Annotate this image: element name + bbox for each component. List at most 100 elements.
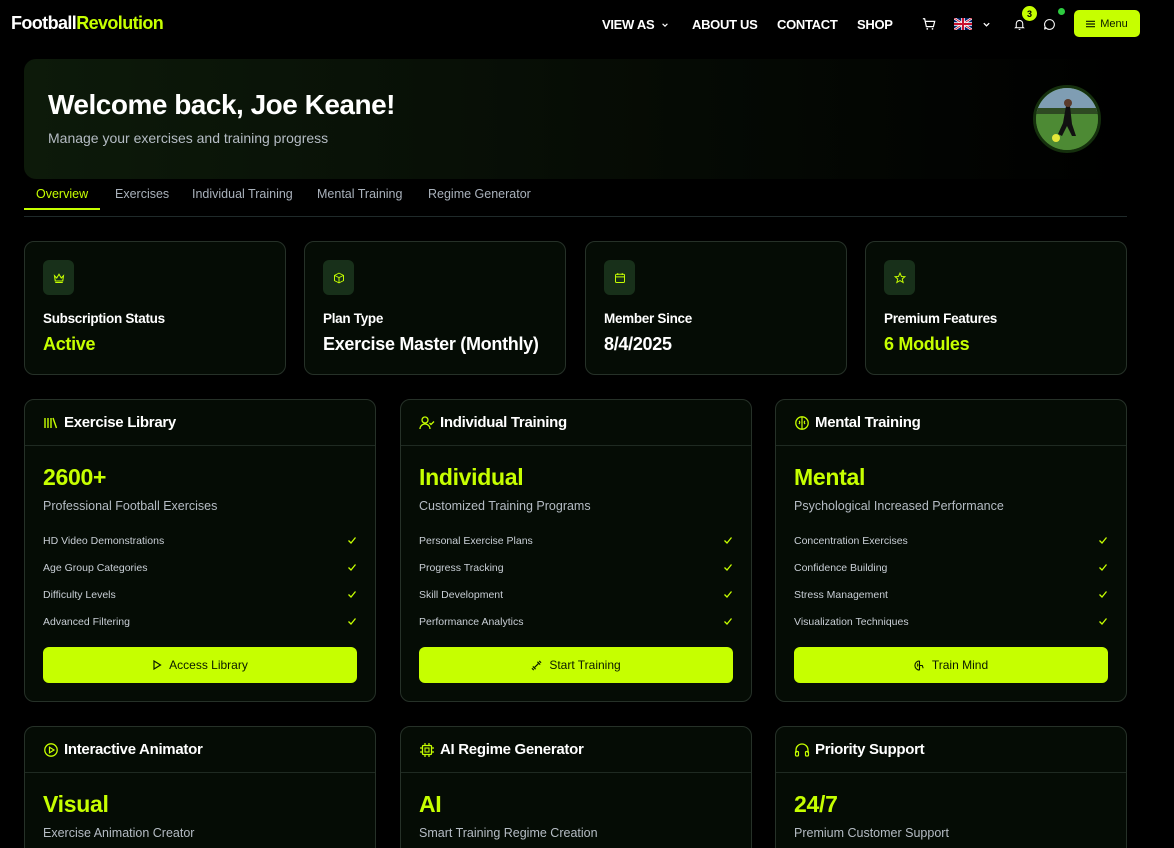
card-ai-regime-generator: AI Regime Generator AI Smart Training Re…	[400, 726, 752, 848]
brain-icon	[795, 416, 809, 430]
check-icon	[348, 537, 357, 544]
stat-label: Subscription Status	[43, 311, 165, 326]
online-status-dot	[1058, 8, 1065, 15]
nav-about[interactable]: ABOUT US	[692, 17, 758, 32]
headphones-icon	[794, 743, 810, 757]
card-highlight: AI	[419, 791, 442, 817]
stat-card-premium-features: Premium Features 6 Modules	[865, 241, 1127, 375]
check-icon	[348, 564, 357, 571]
menu-label: Menu	[1100, 17, 1128, 30]
card-highlight: Individual	[419, 464, 524, 490]
card-header: Individual Training	[401, 400, 751, 446]
card-highlight: 2600+	[43, 464, 107, 490]
card-header: Priority Support	[776, 727, 1126, 773]
top-nav: FootballRevolution VIEW AS ABOUT US CONT…	[0, 0, 1174, 48]
active-tab-indicator	[24, 208, 100, 210]
access-library-button[interactable]: Access Library	[43, 647, 357, 683]
brain-icon	[914, 659, 924, 671]
card-highlight: Mental	[794, 464, 866, 490]
hamburger-icon	[1086, 20, 1096, 27]
card-title: Individual Training	[440, 414, 567, 431]
check-icon	[1099, 591, 1108, 598]
language-chevron-icon[interactable]	[982, 20, 991, 29]
card-subtitle: Premium Customer Support	[794, 826, 949, 840]
check-icon	[724, 591, 733, 598]
list-item-label: Progress Tracking	[419, 562, 504, 574]
card-mental-training: Mental Training Mental Psychological Inc…	[775, 399, 1127, 702]
list-item: Difficulty Levels	[43, 589, 357, 603]
list-item: Advanced Filtering	[43, 616, 357, 630]
crown-icon	[43, 260, 74, 295]
list-item-label: HD Video Demonstrations	[43, 535, 165, 547]
list-item: Age Group Categories	[43, 562, 357, 576]
tab-mental-training[interactable]: Mental Training	[317, 187, 402, 201]
list-item: Progress Tracking	[419, 562, 733, 576]
list-item-label: Advanced Filtering	[43, 616, 130, 628]
nav-shop[interactable]: SHOP	[857, 17, 893, 32]
card-header: Exercise Library	[25, 400, 375, 446]
list-item: Performance Analytics	[419, 616, 733, 630]
card-title: Mental Training	[815, 414, 921, 431]
brand-part2: Revolution	[76, 13, 164, 33]
list-item: Concentration Exercises	[794, 535, 1108, 549]
brand-logo[interactable]: FootballRevolution	[11, 13, 164, 34]
card-priority-support: Priority Support 24/7 Premium Customer S…	[775, 726, 1127, 848]
tab-overview[interactable]: Overview	[36, 187, 88, 201]
card-exercise-library: Exercise Library 2600+ Professional Foot…	[24, 399, 376, 702]
button-label: Start Training	[549, 658, 621, 672]
menu-button[interactable]: Menu	[1074, 10, 1140, 37]
check-icon	[1099, 618, 1108, 625]
nav-view-as[interactable]: VIEW AS	[602, 17, 669, 32]
start-training-button[interactable]: Start Training	[419, 647, 733, 683]
list-item: Stress Management	[794, 589, 1108, 603]
card-title: Priority Support	[815, 741, 925, 758]
stat-value: Active	[43, 334, 96, 354]
stat-card-plan: Plan Type Exercise Master (Monthly)	[304, 241, 566, 375]
train-mind-button[interactable]: Train Mind	[794, 647, 1108, 683]
list-item: HD Video Demonstrations	[43, 535, 357, 549]
check-icon	[724, 618, 733, 625]
user-check-icon	[419, 416, 435, 430]
tab-exercises[interactable]: Exercises	[115, 187, 169, 201]
play-circle-icon	[44, 743, 58, 757]
nav-contact[interactable]: CONTACT	[777, 17, 838, 32]
stat-value: Exercise Master (Monthly)	[323, 334, 539, 354]
card-subtitle: Psychological Increased Performance	[794, 499, 1004, 513]
brand-part1: Football	[11, 13, 77, 33]
card-highlight: Visual	[43, 791, 109, 817]
check-icon	[724, 537, 733, 544]
uk-flag-icon[interactable]	[954, 18, 972, 30]
card-highlight: 24/7	[794, 791, 838, 817]
stat-value: 6 Modules	[884, 334, 970, 354]
list-item-label: Performance Analytics	[419, 616, 524, 628]
card-subtitle: Smart Training Regime Creation	[419, 826, 598, 840]
stat-label: Member Since	[604, 311, 692, 326]
list-item-label: Concentration Exercises	[794, 535, 908, 547]
list-item-label: Confidence Building	[794, 562, 888, 574]
card-header: Interactive Animator	[25, 727, 375, 773]
stat-label: Plan Type	[323, 311, 384, 326]
star-icon	[884, 260, 915, 295]
avatar[interactable]	[1033, 85, 1101, 153]
check-icon	[724, 564, 733, 571]
list-item: Confidence Building	[794, 562, 1108, 576]
list-item-label: Visualization Techniques	[794, 616, 909, 628]
stat-label: Premium Features	[884, 311, 997, 326]
stat-card-member-since: Member Since 8/4/2025	[585, 241, 847, 375]
tab-regime-generator[interactable]: Regime Generator	[428, 187, 531, 201]
card-title: AI Regime Generator	[440, 741, 584, 758]
card-subtitle: Professional Football Exercises	[43, 499, 218, 513]
list-item: Personal Exercise Plans	[419, 535, 733, 549]
list-item-label: Personal Exercise Plans	[419, 535, 533, 547]
check-icon	[348, 591, 357, 598]
stat-value: 8/4/2025	[604, 334, 672, 354]
card-subtitle: Customized Training Programs	[419, 499, 591, 513]
notification-badge: 3	[1022, 6, 1037, 21]
button-label: Train Mind	[931, 658, 989, 672]
tab-individual-training[interactable]: Individual Training	[192, 187, 293, 201]
cart-icon[interactable]	[920, 15, 938, 33]
stat-card-subscription: Subscription Status Active	[24, 241, 286, 375]
chat-icon[interactable]	[1040, 15, 1058, 33]
welcome-title: Welcome back, Joe Keane!	[48, 89, 395, 120]
card-title: Exercise Library	[64, 414, 176, 431]
